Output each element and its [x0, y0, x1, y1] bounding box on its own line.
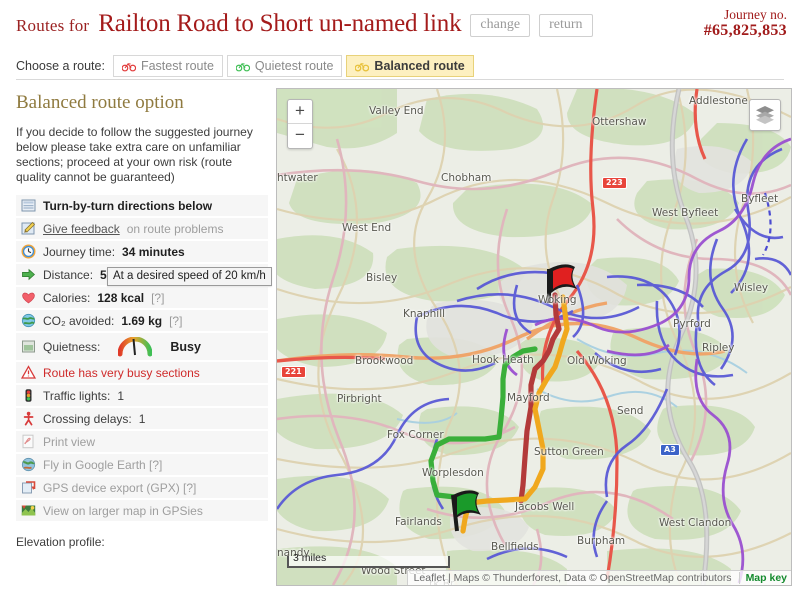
zoom-out-button[interactable]: − — [288, 124, 312, 148]
routes-for-prefix: Routes for — [16, 16, 90, 35]
journey-number-value: #65,825,853 — [703, 22, 787, 39]
page-header: Routes for Railton Road to Short un-name… — [0, 0, 800, 50]
row-label: Route has very busy sections — [43, 365, 200, 380]
bicycle-icon — [121, 61, 137, 72]
return-button[interactable]: return — [539, 14, 593, 37]
speed-tooltip: At a desired speed of 20 km/h — [107, 267, 272, 286]
row-label: CO₂ avoided: — [43, 313, 115, 328]
sidebar-intro-text: If you decide to follow the suggested jo… — [16, 125, 253, 184]
row-gpsies-map[interactable]: View on larger map in GPSies — [16, 500, 268, 521]
tab-balanced-route[interactable]: Balanced route — [346, 55, 474, 77]
row-value: 1.69 kg — [121, 313, 163, 328]
feedback-pencil-icon — [21, 221, 36, 236]
clock-icon — [21, 244, 36, 259]
row-gps-export[interactable]: GPS device export (GPX) [?] — [16, 477, 268, 498]
row-label: Print view — [43, 434, 96, 449]
map-key-link[interactable]: Map key — [738, 572, 787, 584]
scale-label: 3 miles — [293, 552, 327, 564]
row-traffic-lights: Traffic lights: 1 — [16, 385, 268, 406]
row-label: Quietness: — [43, 339, 101, 354]
tab-label: Balanced route — [374, 59, 465, 73]
row-label: Traffic lights: — [43, 388, 111, 403]
map-attribution: Leaflet | Maps © Thunderforest, Data © O… — [406, 570, 791, 585]
journey-number: Journey no. #65,825,853 — [704, 8, 787, 40]
sidebar-title: Balanced route option — [16, 92, 184, 113]
tab-fastest-route[interactable]: Fastest route — [112, 55, 223, 77]
quietness-wrap: Quietness: Busy — [43, 336, 201, 357]
tab-label: Fastest route — [140, 59, 214, 73]
row-label: Calories: — [43, 290, 91, 305]
gps-export-icon — [21, 480, 36, 495]
row-label: Turn-by-turn directions below — [43, 198, 213, 213]
row-value: 1 — [138, 411, 146, 426]
row-label: Distance: — [43, 267, 94, 282]
row-print-view[interactable]: Print view — [16, 431, 268, 452]
heart-icon — [21, 290, 36, 305]
road-shield: 221 — [281, 366, 306, 378]
row-link[interactable]: Give feedback — [43, 222, 120, 236]
elevation-profile-label: Elevation profile: — [16, 535, 105, 549]
row-co2-avoided: CO₂ avoided: 1.69 kg [?] — [16, 310, 268, 331]
bicycle-icon — [235, 61, 251, 72]
scale-bar: 3 miles — [287, 552, 450, 568]
row-label: Journey time: — [43, 244, 116, 259]
route-summary-sidebar: Balanced route option If you decide to f… — [16, 92, 268, 592]
row-turn-by-turn[interactable]: Turn-by-turn directions below — [16, 195, 268, 216]
row-journey-time: Journey time: 34 minutes — [16, 241, 268, 262]
row-label: Crossing delays: — [43, 411, 132, 426]
help-link[interactable]: [?] — [169, 314, 182, 328]
gpsies-map-icon — [21, 503, 36, 518]
quietness-icon — [21, 339, 36, 354]
layers-control[interactable] — [749, 99, 781, 131]
google-earth-icon — [21, 457, 36, 472]
page-title: Railton Road to Short un-named link — [98, 10, 462, 37]
page-root: Routes for Railton Road to Short un-name… — [0, 0, 800, 595]
row-give-feedback[interactable]: Give feedback on route problems — [16, 218, 268, 239]
row-value: 34 minutes — [122, 244, 185, 259]
change-button[interactable]: change — [470, 14, 531, 37]
quietness-value: Busy — [170, 339, 201, 354]
row-label: on route problems — [126, 221, 224, 236]
row-label: View on larger map in GPSies — [43, 503, 203, 518]
zoom-control[interactable]: + − — [287, 99, 313, 149]
tabs-divider — [16, 79, 784, 80]
warning-triangle-icon — [20, 365, 37, 380]
zoom-in-button[interactable]: + — [288, 100, 312, 124]
route-map[interactable]: Valley End Ottershaw Addlestone htwater Chob… — [276, 88, 792, 586]
row-calories: Calories: 128 kcal [?] — [16, 287, 268, 308]
gauge-icon — [117, 336, 153, 357]
row-label: Fly in Google Earth [?] — [43, 457, 163, 472]
row-crossing-delays: Crossing delays: 1 — [16, 408, 268, 429]
help-link[interactable]: [?] — [151, 291, 164, 305]
row-quietness: Quietness: Busy — [16, 333, 268, 360]
bicycle-icon — [354, 61, 370, 72]
layers-stack-icon — [754, 104, 776, 127]
traffic-light-icon — [21, 388, 36, 403]
road-shield: 223 — [602, 177, 627, 189]
route-type-tabs: Choose a route: Fastest route Quietest r… — [0, 52, 800, 80]
journey-number-label: Journey no. — [724, 7, 787, 22]
row-label: GPS device export (GPX) [?] — [43, 480, 197, 495]
row-google-earth[interactable]: Fly in Google Earth [?] — [16, 454, 268, 475]
pdf-icon — [21, 434, 36, 449]
row-value: 128 kcal — [97, 290, 145, 305]
choose-route-label: Choose a route: — [16, 59, 105, 73]
attribution-text: Leaflet | Maps © Thunderforest, Data © O… — [413, 572, 732, 584]
row-value: 1 — [117, 388, 125, 403]
globe-icon — [21, 313, 36, 328]
row-busy-warning: Route has very busy sections — [16, 362, 268, 383]
pedestrian-crossing-icon — [21, 411, 36, 426]
tab-quietest-route[interactable]: Quietest route — [226, 55, 343, 77]
directions-list-icon — [21, 198, 36, 213]
map-canvas — [277, 89, 791, 585]
tab-label: Quietest route — [254, 59, 334, 73]
green-arrow-icon — [21, 267, 36, 282]
road-shield: A3 — [660, 444, 680, 456]
title-row: Routes for Railton Road to Short un-name… — [16, 10, 593, 40]
